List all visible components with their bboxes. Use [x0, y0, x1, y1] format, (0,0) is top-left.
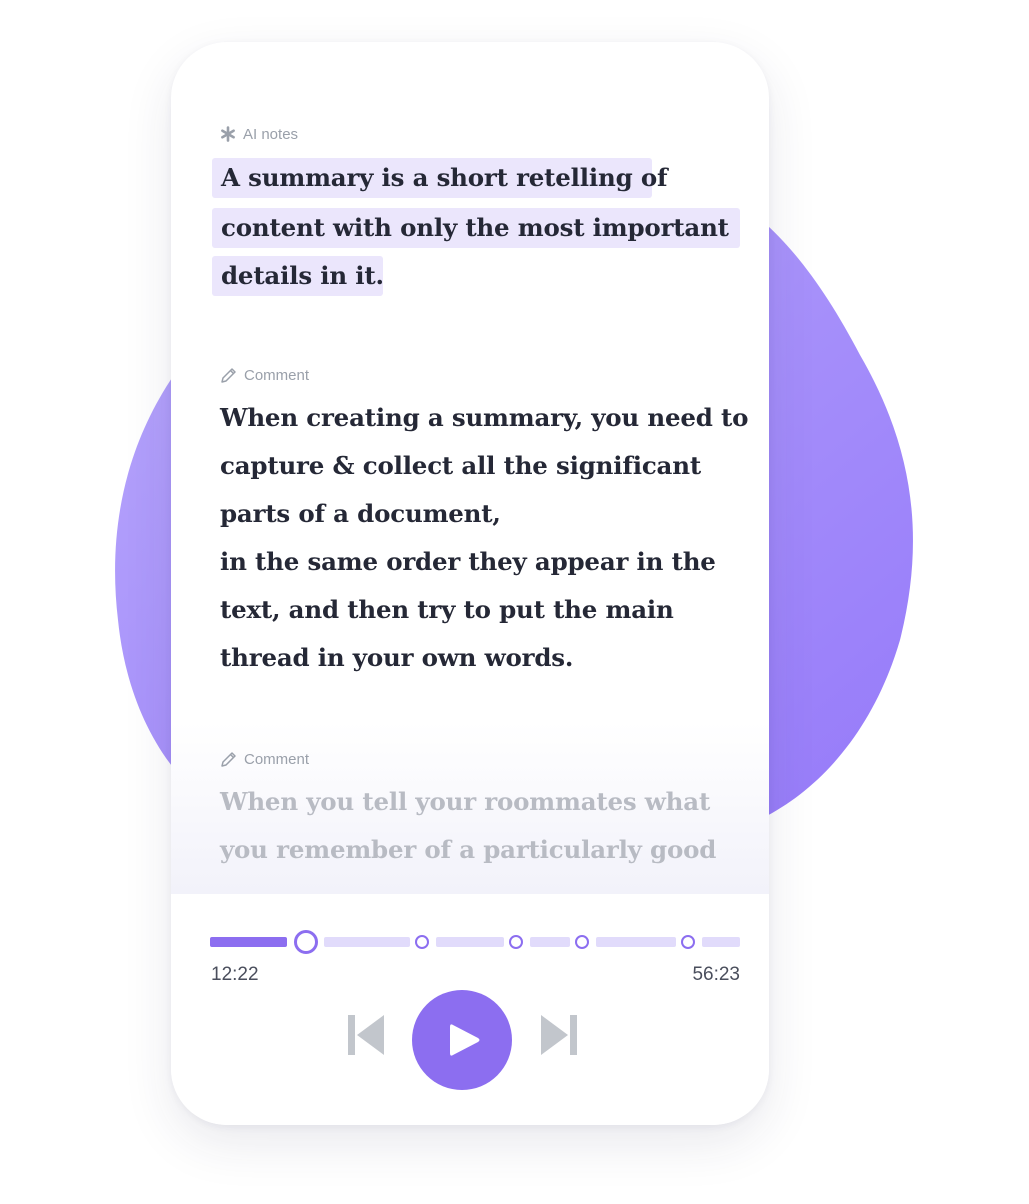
pencil-icon — [221, 751, 236, 767]
total-time: 56:23 — [692, 964, 740, 985]
progress-segment — [596, 937, 676, 947]
ai-notes-label: AI notes — [220, 123, 298, 145]
comment-text: When creating a summary, you need to cap… — [220, 394, 750, 682]
comment-line: When creating a summary, you need to — [220, 403, 749, 432]
playback-controls — [171, 990, 769, 1090]
progress-played — [210, 937, 287, 947]
comment-line: parts of a document, — [220, 499, 501, 528]
progress-segment — [530, 937, 570, 947]
ai-note-line: A summary is a short retelling of — [212, 158, 668, 198]
phone-card: AI notes A summary is a short retelling … — [171, 42, 769, 1125]
play-icon — [450, 1024, 480, 1056]
pencil-icon — [221, 367, 236, 383]
progress-segment — [436, 937, 504, 947]
chapter-marker[interactable] — [681, 935, 695, 949]
skip-previous-icon[interactable] — [348, 1015, 384, 1055]
ai-note-line: details in it. — [212, 256, 384, 296]
asterisk-icon — [221, 126, 235, 142]
comment-label: Comment — [220, 748, 309, 770]
comment-line: capture & collect all the significant — [220, 451, 701, 480]
chapter-marker[interactable] — [575, 935, 589, 949]
ai-notes-label-text: AI notes — [243, 125, 299, 143]
comment-text-faded: When you tell your roommates what you re… — [220, 778, 750, 874]
ai-note-line: content with only the most important — [212, 208, 740, 248]
comment-line: thread in your own words. — [220, 643, 574, 672]
comment-line: When you tell your roommates what — [220, 787, 711, 816]
progress-segment — [324, 937, 410, 947]
chapter-marker[interactable] — [415, 935, 429, 949]
progress-segment — [702, 937, 740, 947]
skip-next-icon[interactable] — [541, 1015, 577, 1055]
current-time: 12:22 — [211, 964, 259, 985]
play-button[interactable] — [412, 990, 512, 1090]
comment-label-text: Comment — [244, 750, 310, 768]
comment-label: Comment — [220, 364, 309, 386]
chapter-marker[interactable] — [509, 935, 523, 949]
progress-handle[interactable] — [294, 930, 318, 954]
audio-player: 12:22 56:23 — [171, 894, 769, 1125]
comment-line: text, and then try to put the main — [220, 595, 674, 624]
comment-line: in the same order they appear in the — [220, 547, 716, 576]
comment-line: you remember of a particularly good — [220, 835, 717, 864]
comment-label-text: Comment — [244, 366, 310, 384]
progress-track[interactable] — [210, 930, 740, 954]
